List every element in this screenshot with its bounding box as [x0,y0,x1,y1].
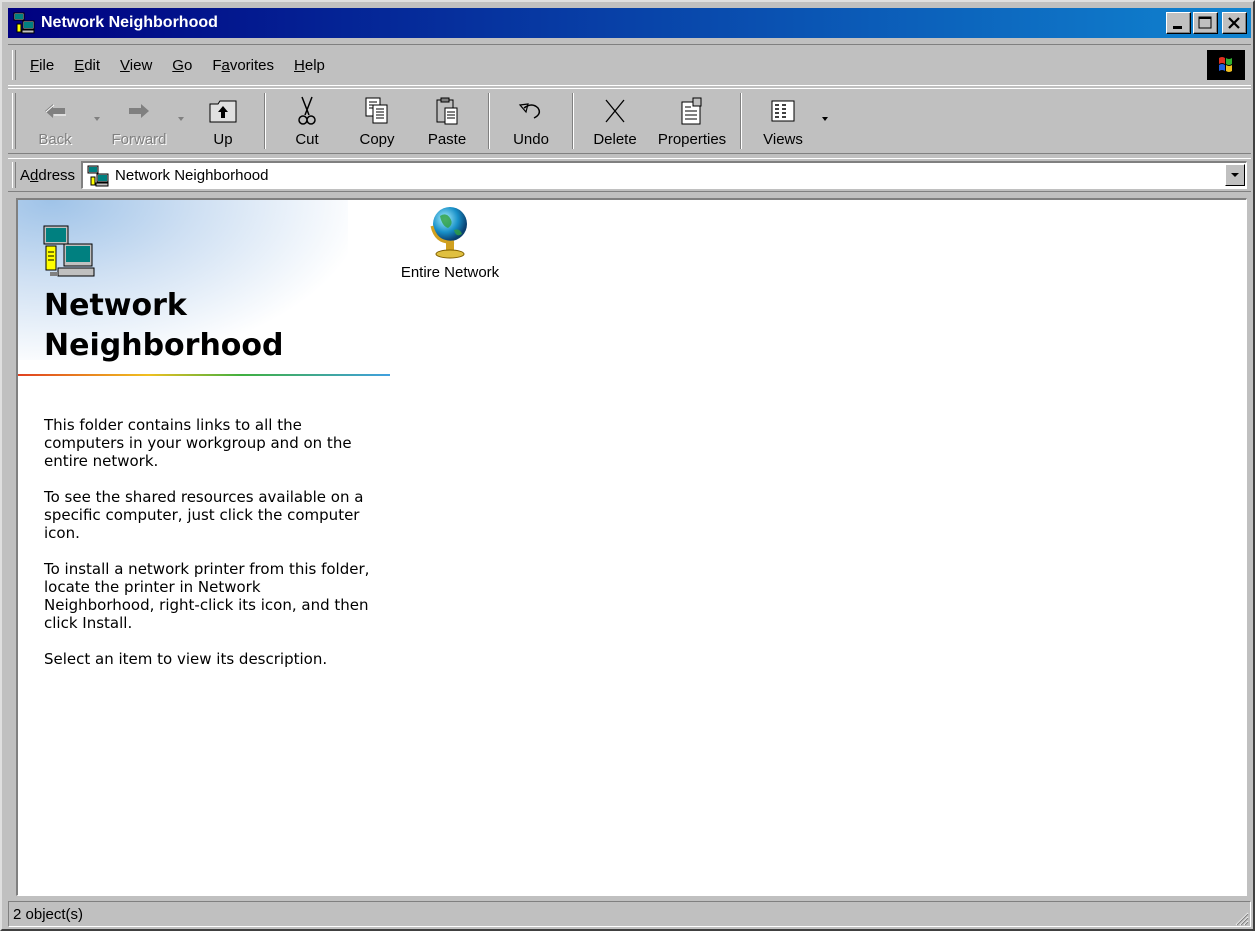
address-bar: Address Network Neighborhood [8,158,1251,192]
undo-button[interactable]: Undo [496,89,566,149]
status-bar: 2 object(s) [8,900,1251,928]
scissors-icon [291,95,323,127]
folder-view[interactable]: Network Neighborhood This folder contain… [16,198,1247,896]
views-grid-icon [767,95,799,127]
resize-grip-icon[interactable] [1231,908,1249,926]
menu-favorites[interactable]: Favorites [202,57,284,74]
cut-button[interactable]: Cut [272,89,342,149]
chevron-down-icon [822,117,828,121]
paste-button[interactable]: Paste [412,89,482,149]
toolbar-separator [264,93,266,149]
title-bar[interactable]: Network Neighborhood [8,8,1251,38]
chevron-down-icon [94,117,100,121]
close-icon [1228,17,1240,29]
clipboard-icon [431,95,463,127]
pane-paragraph: Select an item to view its description. [44,650,328,668]
chevron-down-icon [178,117,184,121]
status-text: 2 object(s) [8,901,1251,927]
up-button[interactable]: Up [188,89,258,149]
pane-paragraph: This folder contains links to all the co… [44,416,352,470]
toolbar-separator [488,93,490,149]
menu-view[interactable]: View [110,57,162,74]
windows-logo-icon [1207,50,1245,80]
delete-button[interactable]: Delete [580,89,650,149]
toolbar-separator [740,93,742,149]
addressbar-grip[interactable] [12,162,16,188]
address-dropdown-button[interactable] [1225,164,1245,186]
item-label: Entire Network [400,264,500,281]
up-folder-icon [207,95,239,127]
maximize-icon [1198,16,1212,29]
address-combo[interactable]: Network Neighborhood [81,161,1247,189]
back-button[interactable]: Back [20,89,90,149]
forward-button[interactable]: Forward [104,89,174,149]
menu-edit[interactable]: Edit [64,57,110,74]
maximize-button[interactable] [1193,12,1218,34]
pane-title: Network Neighborhood [44,288,284,363]
standard-toolbar: Back Forward Up Cut Copy Paste Undo Dele… [8,88,1251,154]
forward-dropdown[interactable] [174,89,188,149]
menu-file[interactable]: File [20,57,64,74]
menu-bar: File Edit View Go Favorites Help [8,44,1251,86]
network-neighborhood-icon [87,165,109,187]
pane-description: This folder contains links to all the co… [44,416,374,686]
menubar-grip[interactable] [12,50,16,80]
rainbow-divider [18,374,390,376]
toolbar-grip[interactable] [12,93,16,149]
menu-help[interactable]: Help [284,57,335,74]
network-computers-icon [40,224,96,280]
toolbar-separator [572,93,574,149]
undo-icon [515,95,547,127]
web-view-pane: Network Neighborhood This folder contain… [18,200,390,895]
window-title: Network Neighborhood [41,14,218,31]
explorer-window: Network Neighborhood File Edit View Go F… [0,0,1255,931]
back-dropdown[interactable] [90,89,104,149]
properties-button[interactable]: Properties [650,89,734,149]
views-dropdown[interactable] [818,89,832,149]
views-button[interactable]: Views [748,89,818,149]
entire-network-item[interactable]: Entire Network [390,202,510,281]
menu-go[interactable]: Go [162,57,202,74]
minimize-icon [1173,26,1182,29]
globe-icon [426,202,474,262]
address-label: Address [20,166,76,184]
forward-arrow-icon [123,95,155,127]
pane-paragraph: To install a network printer from this f… [44,560,370,632]
copy-button[interactable]: Copy [342,89,412,149]
properties-icon [676,95,708,127]
minimize-button[interactable] [1166,12,1191,34]
chevron-down-icon [1231,173,1239,177]
delete-x-icon [599,95,631,127]
back-arrow-icon [39,95,71,127]
address-value[interactable]: Network Neighborhood [115,167,268,184]
network-neighborhood-icon [13,12,35,34]
copy-icon [361,95,393,127]
pane-paragraph: To see the shared resources available on… [44,488,364,542]
close-button[interactable] [1222,12,1247,34]
